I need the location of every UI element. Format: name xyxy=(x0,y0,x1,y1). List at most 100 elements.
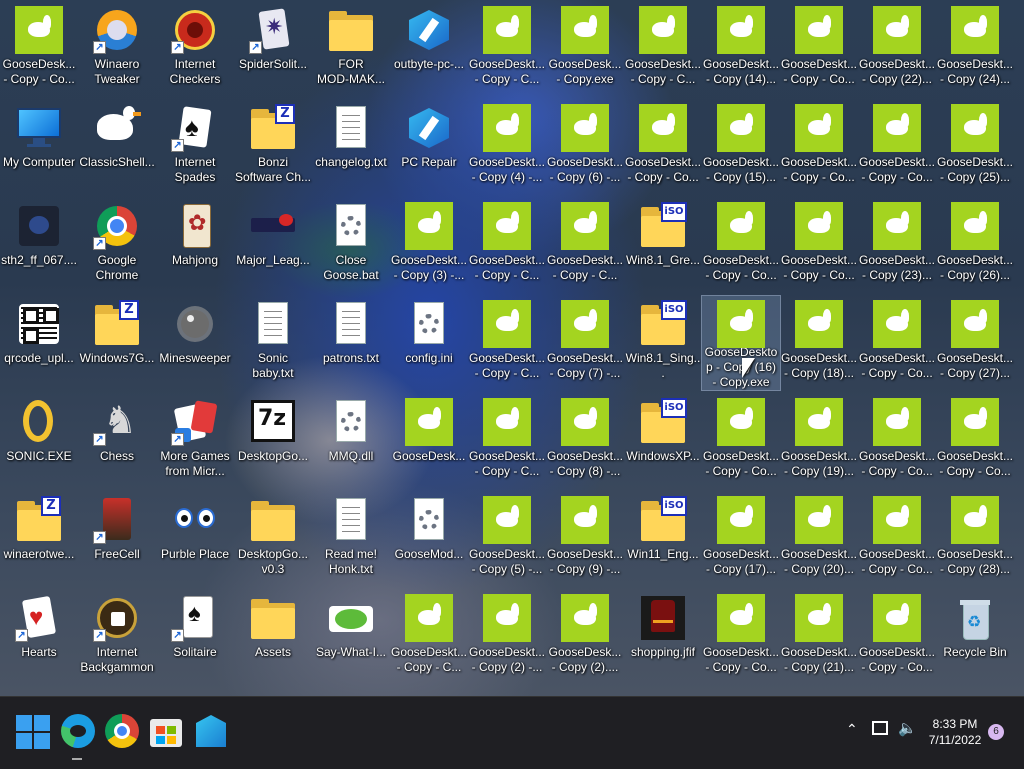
desktop-icon[interactable]: ♠ ↗ Internet Spades xyxy=(156,100,234,194)
desktop-icon[interactable]: GooseDeskt... - Copy (26)... xyxy=(936,198,1014,292)
desktop-icon[interactable]: config.ini xyxy=(390,296,468,390)
desktop-icon[interactable]: GooseDeskt... - Copy - Co... xyxy=(702,590,780,684)
desktop-icon[interactable]: GooseDeskt... - Copy - Co... xyxy=(858,590,936,684)
desktop-icon[interactable]: iSO WindowsXP... xyxy=(624,394,702,488)
desktop-icon[interactable]: GooseDeskt... - Copy (21)... xyxy=(780,590,858,684)
desktop-icon[interactable]: ♻ Recycle Bin xyxy=(936,590,1014,684)
desktop-icon[interactable]: iSO Win11_Eng... xyxy=(624,492,702,586)
desktop-icon[interactable]: Sonic baby.txt xyxy=(234,296,312,390)
desktop-icon[interactable]: GooseDeskt... - Copy - Co... xyxy=(858,100,936,194)
desktop-icon[interactable]: GooseDeskt... - Copy (14)... xyxy=(702,2,780,96)
desktop-icon[interactable]: DesktopGo... v0.3 xyxy=(234,492,312,586)
desktop-icon[interactable]: GooseDeskt... - Copy - C... xyxy=(546,198,624,292)
desktop-icon[interactable]: Z Windows7G... xyxy=(78,296,156,390)
desktop-icon[interactable]: ↗ More Games from Micr... xyxy=(156,394,234,488)
desktop-icon[interactable]: Purble Place xyxy=(156,492,234,586)
desktop-icon[interactable]: Close Goose.bat xyxy=(312,198,390,292)
store-icon[interactable] xyxy=(144,709,188,753)
desktop-icon[interactable]: 7z DesktopGo... xyxy=(234,394,312,488)
desktop-icon[interactable]: GooseDeskt... - Copy (28)... xyxy=(936,492,1014,586)
desktop-icon[interactable]: GooseDeskt... - Copy - Co... xyxy=(624,100,702,194)
desktop-icon[interactable]: sth2_ff_067.... xyxy=(0,198,78,292)
desktop[interactable]: GooseDesk... - Copy - Co... My Computer st… xyxy=(0,0,1024,696)
desktop-icon[interactable]: GooseDeskt... - Copy - C... xyxy=(468,198,546,292)
desktop-icon[interactable]: GooseDeskt... - Copy (19)... xyxy=(780,394,858,488)
start-icon[interactable] xyxy=(16,715,50,749)
desktop-icon[interactable]: My Computer xyxy=(0,100,78,194)
desktop-icon[interactable]: ↗ FreeCell xyxy=(78,492,156,586)
desktop-icon[interactable]: GooseDeskt... - Copy - C... xyxy=(624,2,702,96)
desktop-icon[interactable]: GooseDeskt... - Copy (18)... xyxy=(780,296,858,390)
desktop-icon[interactable]: ClassicShell... xyxy=(78,100,156,194)
desktop-icon[interactable]: Assets xyxy=(234,590,312,684)
chrome-icon[interactable] xyxy=(100,709,144,753)
network-icon[interactable] xyxy=(872,721,888,735)
desktop-icon[interactable]: GooseDeskt... - Copy (3) -... xyxy=(390,198,468,292)
desktop-icon[interactable]: GooseDesk... - Copy - Co... xyxy=(0,2,78,96)
desktop-icon[interactable]: GooseDeskt... - Copy - C... xyxy=(390,590,468,684)
desktop-icon[interactable]: Minesweeper xyxy=(156,296,234,390)
desktop-icon[interactable]: GooseDeskt... - Copy - Co... xyxy=(780,2,858,96)
desktop-icon[interactable]: iSO Win8.1_Gre... xyxy=(624,198,702,292)
desktop-icon[interactable]: GooseDeskt... - Copy - C... xyxy=(468,2,546,96)
desktop-icon[interactable]: GooseDesk... xyxy=(390,394,468,488)
desktop-icon[interactable]: GooseDeskt... - Copy - Co... xyxy=(936,394,1014,488)
azure-icon[interactable] xyxy=(188,709,232,753)
desktop-icon[interactable]: GooseDeskt... - Copy - Co... xyxy=(858,492,936,586)
desktop-icon[interactable]: GooseDeskt... - Copy - Co... xyxy=(702,394,780,488)
desktop-icon[interactable]: GooseDeskt... - Copy (23)... xyxy=(858,198,936,292)
desktop-icon[interactable]: shopping.jfif xyxy=(624,590,702,684)
desktop-icon[interactable]: ↗ Internet Backgammon xyxy=(78,590,156,684)
desktop-icon[interactable]: GooseDeskt... - Copy - Co... xyxy=(780,198,858,292)
desktop-icon[interactable]: GooseDeskt... - Copy (6) -... xyxy=(546,100,624,194)
volume-icon[interactable]: 🔈 xyxy=(898,719,917,737)
desktop-icon[interactable]: GooseDeskt... - Copy (5) -... xyxy=(468,492,546,586)
desktop-icon[interactable]: GooseDeskt... - Copy (25)... xyxy=(936,100,1014,194)
notification-badge[interactable]: 6 xyxy=(988,724,1004,740)
chevron-up-icon[interactable]: ⌃ xyxy=(846,721,858,738)
desktop-icon[interactable]: GooseDesk... - Copy (2).... xyxy=(546,590,624,684)
desktop-icon[interactable]: GooseMod... xyxy=(390,492,468,586)
desktop-icon[interactable]: GooseDeskt... - Copy (20)... xyxy=(780,492,858,586)
desktop-icon[interactable]: GooseDeskt... - Copy (8) -... xyxy=(546,394,624,488)
desktop-icon[interactable]: GooseDeskt... - Copy - Co... xyxy=(702,198,780,292)
clock[interactable]: 8:33 PM 7/11/2022 xyxy=(922,716,988,748)
desktop-icon[interactable]: GooseDesk... - Copy.exe xyxy=(546,2,624,96)
desktop-icon[interactable]: GooseDeskt... - Copy (2) -... xyxy=(468,590,546,684)
desktop-icon[interactable]: GooseDeskto p - Copy (16) - Copy.exe xyxy=(701,295,781,391)
desktop-icon[interactable]: qrcode_upl... xyxy=(0,296,78,390)
desktop-icon[interactable]: GooseDeskt... - Copy - Co... xyxy=(780,100,858,194)
desktop-icon[interactable]: ↗ Google Chrome xyxy=(78,198,156,292)
desktop-icon[interactable]: GooseDeskt... - Copy (15)... xyxy=(702,100,780,194)
desktop-icon[interactable]: ↗ Winaero Tweaker xyxy=(78,2,156,96)
desktop-icon[interactable]: FOR MOD-MAK... xyxy=(312,2,390,96)
desktop-icon[interactable]: patrons.txt xyxy=(312,296,390,390)
desktop-icon[interactable]: Read me! Honk.txt xyxy=(312,492,390,586)
edge-icon[interactable] xyxy=(56,709,100,760)
desktop-icon[interactable]: GooseDeskt... - Copy (24)... xyxy=(936,2,1014,96)
desktop-icon[interactable]: iSO Win8.1_Sing... xyxy=(624,296,702,390)
desktop-icon[interactable]: Major_Leag... xyxy=(234,198,312,292)
desktop-icon[interactable]: GooseDeskt... - Copy - C... xyxy=(468,394,546,488)
desktop-icon[interactable]: changelog.txt xyxy=(312,100,390,194)
desktop-icon[interactable]: ♥ ↗ Hearts xyxy=(0,590,78,684)
desktop-icon[interactable]: ↗ Internet Checkers xyxy=(156,2,234,96)
desktop-icon[interactable]: GooseDeskt... - Copy (9) -... xyxy=(546,492,624,586)
desktop-icon[interactable]: ♞ ↗ Chess xyxy=(78,394,156,488)
desktop-icon[interactable]: Zwinaerotwe... xyxy=(0,492,78,586)
desktop-icon[interactable]: ✿ Mahjong xyxy=(156,198,234,292)
desktop-icon[interactable]: GooseDeskt... - Copy (17)... xyxy=(702,492,780,586)
desktop-icon[interactable]: GooseDeskt... - Copy (22)... xyxy=(858,2,936,96)
desktop-icon[interactable]: ♠ ↗ Solitaire xyxy=(156,590,234,684)
desktop-icon[interactable]: ✷ ↗ SpiderSolit... xyxy=(234,2,312,96)
desktop-icon[interactable]: GooseDeskt... - Copy - Co... xyxy=(858,296,936,390)
desktop-icon[interactable]: GooseDeskt... - Copy (7) -... xyxy=(546,296,624,390)
desktop-icon[interactable]: GooseDeskt... - Copy (4) -... xyxy=(468,100,546,194)
desktop-icon[interactable]: PC Repair xyxy=(390,100,468,194)
desktop-icon[interactable]: SONIC.EXE xyxy=(0,394,78,488)
desktop-icon[interactable]: Z Bonzi Software Ch... xyxy=(234,100,312,194)
desktop-icon[interactable]: GooseDeskt... - Copy (27)... xyxy=(936,296,1014,390)
desktop-icon[interactable]: Say-What-I... xyxy=(312,590,390,684)
desktop-icon[interactable]: outbyte-pc-... xyxy=(390,2,468,96)
desktop-icon[interactable]: GooseDeskt... - Copy - C... xyxy=(468,296,546,390)
